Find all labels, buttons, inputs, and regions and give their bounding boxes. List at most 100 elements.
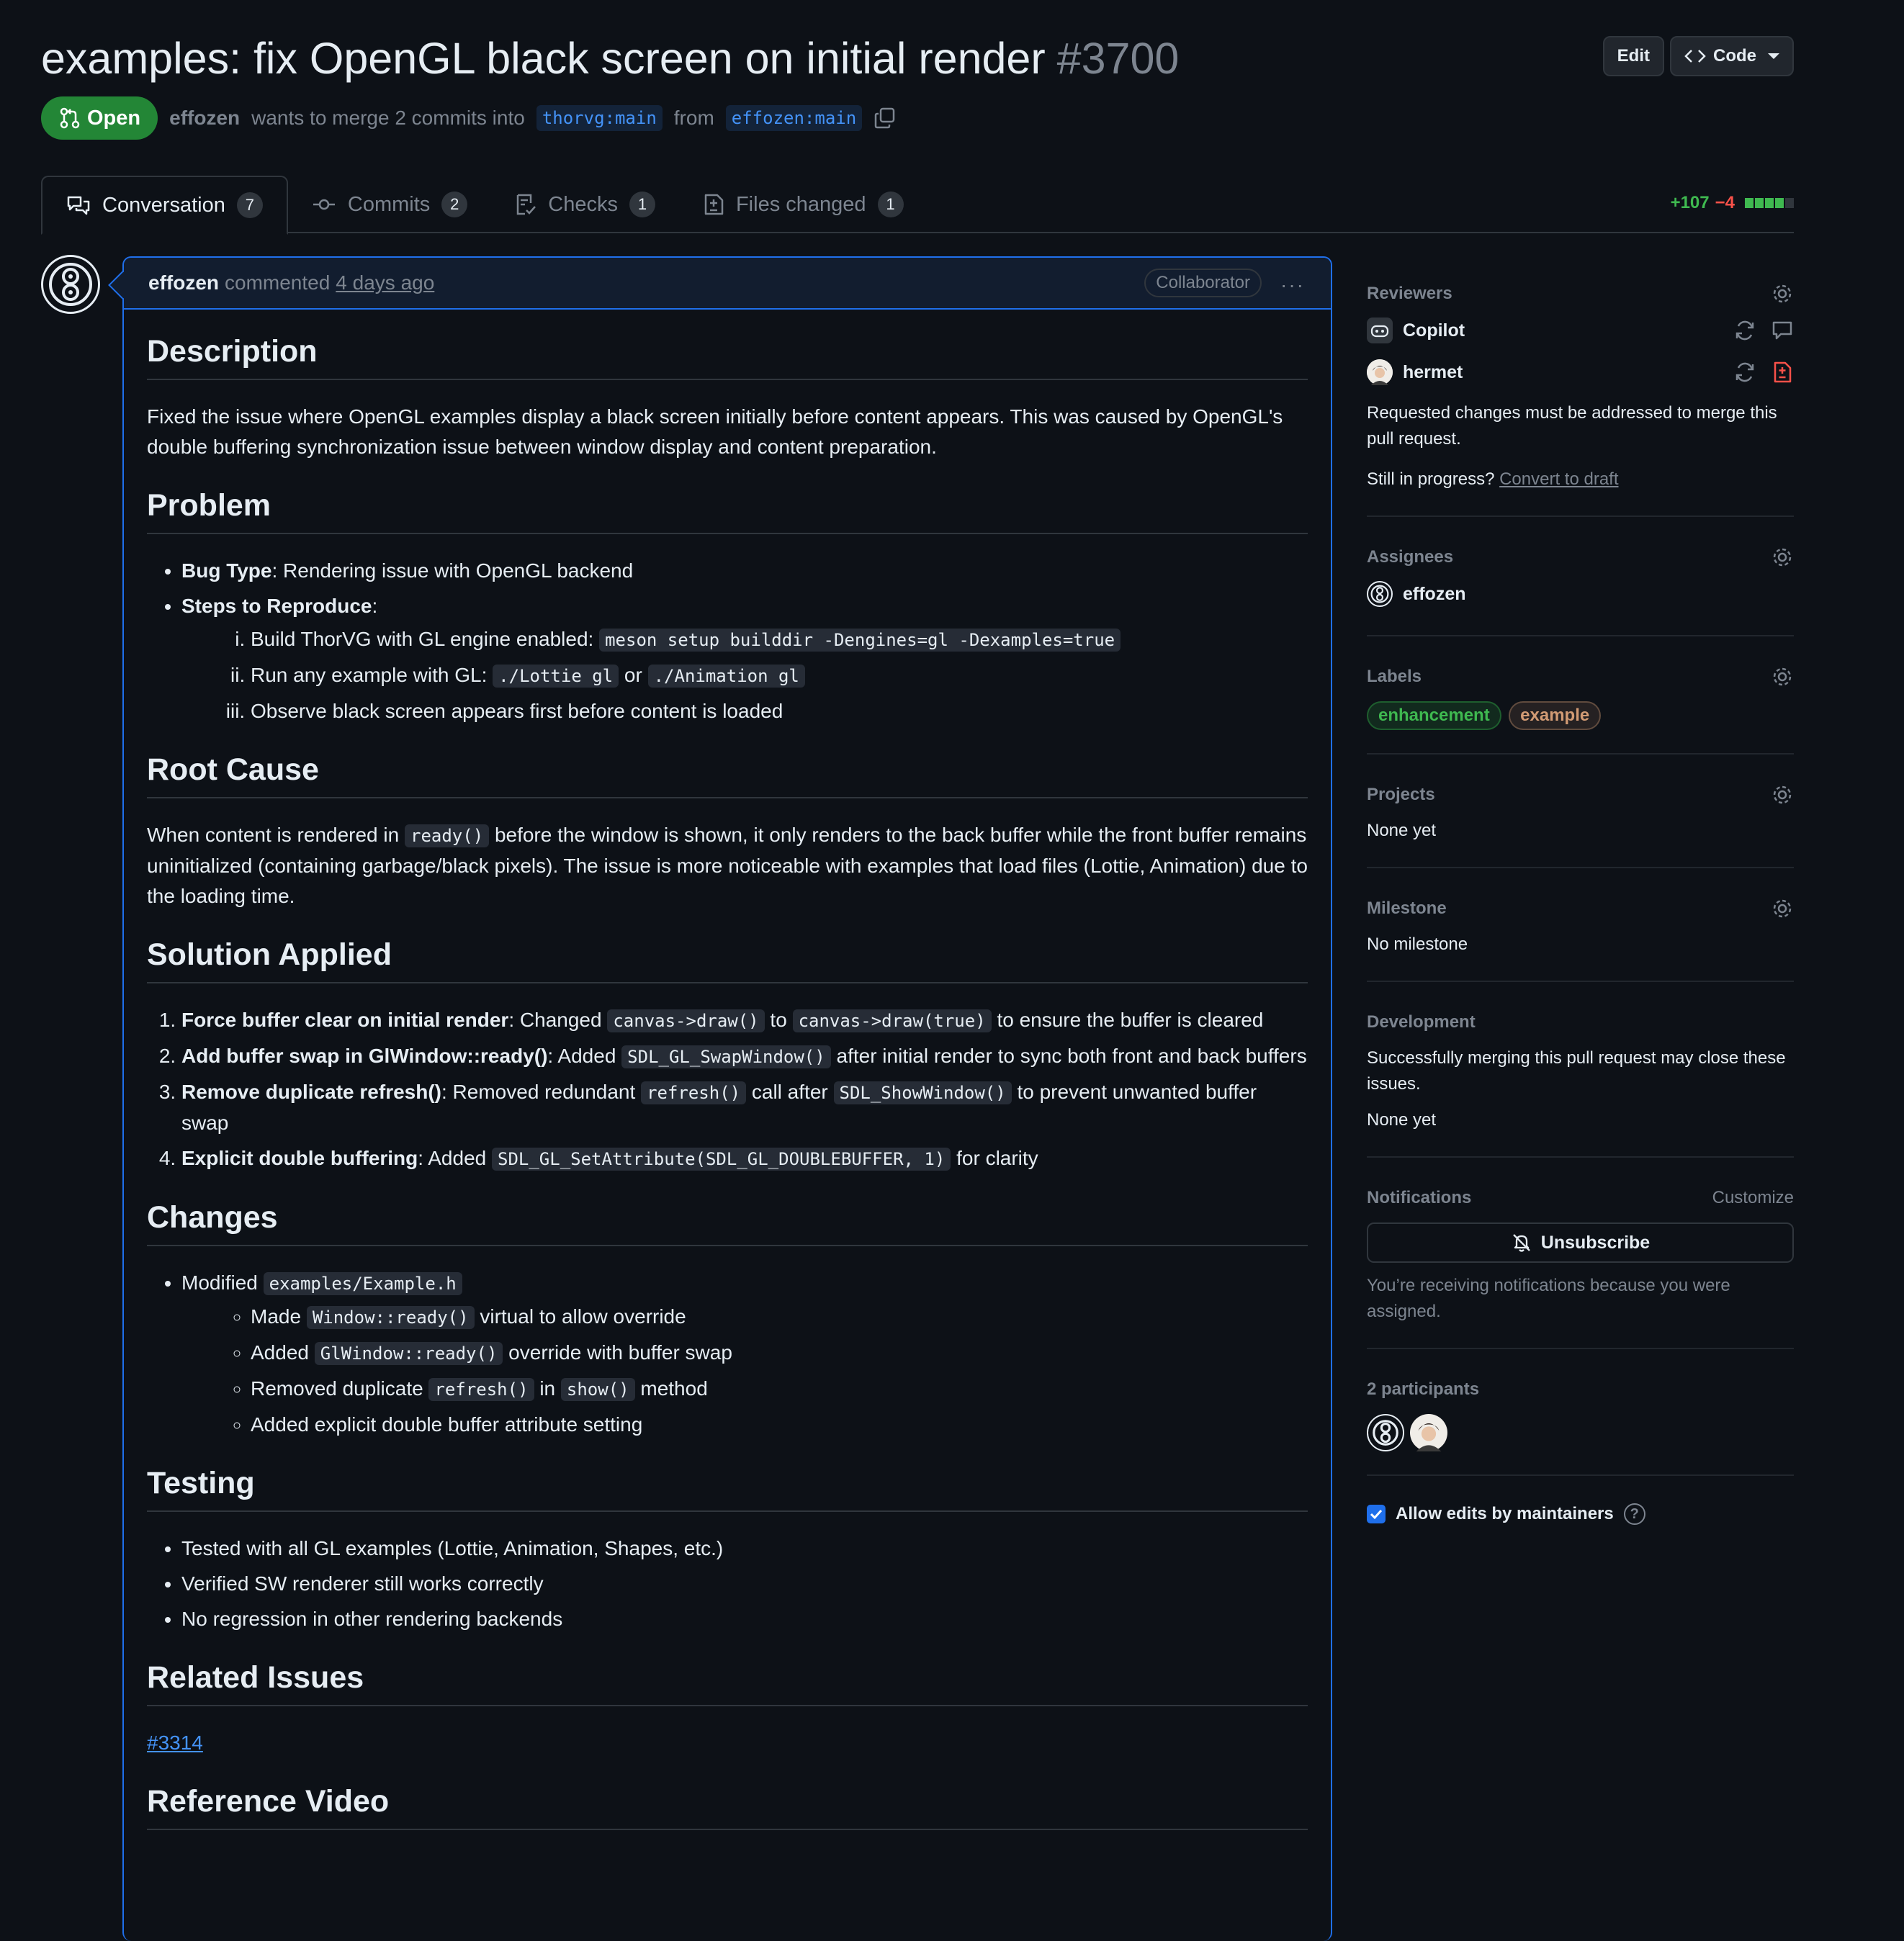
label-enhancement[interactable]: enhancement (1367, 701, 1501, 730)
reviewer-hermet[interactable]: hermet (1367, 354, 1794, 390)
check-icon (1370, 1509, 1383, 1520)
root-cause-text: When content is rendered in ready() befo… (147, 820, 1308, 911)
copy-icon[interactable] (874, 107, 897, 130)
gear-icon[interactable] (1771, 546, 1794, 569)
diff-deletions: −4 (1715, 193, 1735, 212)
gear-icon[interactable] (1771, 783, 1794, 806)
text-fragment: virtual to allow override (480, 1305, 686, 1328)
comment-pointer (108, 271, 137, 300)
kebab-menu-icon[interactable]: ··· (1280, 274, 1305, 297)
inline-code: ./Animation gl (647, 665, 805, 688)
git-pull-request-icon (60, 107, 80, 129)
gear-icon[interactable] (1771, 282, 1794, 305)
pr-description-comment: effozen commented 4 days ago Collaborato… (108, 256, 1332, 1941)
text-fragment: for clarity (956, 1147, 1038, 1169)
text-fragment: in (539, 1377, 556, 1400)
heading-reference-video: Reference Video (147, 1783, 1308, 1830)
text-fragment: : Added (547, 1045, 616, 1067)
bug-type-text: : Rendering issue with OpenGL backend (271, 559, 634, 582)
allow-edits-checkbox[interactable] (1367, 1505, 1386, 1523)
pr-number: #3700 (1056, 34, 1180, 83)
diff-block (1765, 198, 1774, 208)
comment-timestamp[interactable]: 4 days ago (336, 271, 434, 294)
item-label: Remove duplicate refresh() (181, 1081, 441, 1103)
git-commit-icon (313, 199, 335, 210)
testing-list: Tested with all GL examples (Lottie, Ani… (147, 1534, 1308, 1634)
problem-list: Bug Type: Rendering issue with OpenGL ba… (147, 556, 1308, 726)
code-icon (1684, 50, 1706, 63)
inline-code: SDL_GL_SwapWindow() (621, 1045, 831, 1068)
file-diff-icon (1774, 361, 1792, 383)
development-title: Development (1367, 1012, 1476, 1032)
gear-icon[interactable] (1771, 665, 1794, 688)
diff-block (1775, 198, 1784, 208)
diff-additions: +107 (1670, 193, 1710, 212)
tab-checks[interactable]: Checks 1 (491, 176, 679, 233)
item-label: Force buffer clear on initial render (181, 1009, 509, 1031)
milestone-title: Milestone (1367, 899, 1447, 918)
tab-count: 1 (629, 192, 655, 217)
head-branch[interactable]: effozen:main (725, 105, 863, 131)
author-link[interactable]: effozen (169, 107, 240, 130)
heading-related-issues: Related Issues (147, 1659, 1308, 1706)
inline-code: Window::ready() (306, 1306, 475, 1329)
pr-tabs: Conversation 7 Commits 2 Checks 1 Files … (41, 176, 1794, 235)
convert-to-draft-link[interactable]: Convert to draft (1499, 469, 1618, 489)
diff-block (1745, 198, 1753, 208)
tab-label: Checks (548, 192, 618, 216)
status-badge: Open (41, 96, 158, 140)
reviewer-copilot[interactable]: Copilot (1367, 312, 1794, 348)
tab-label: Conversation (102, 193, 225, 217)
allow-edits-label: Allow edits by maintainers (1396, 1504, 1614, 1523)
step-text: Observe black screen appears first befor… (251, 700, 783, 722)
text-fragment: : Changed (508, 1009, 602, 1031)
base-branch[interactable]: thorvg:main (536, 105, 663, 131)
tab-conversation[interactable]: Conversation 7 (41, 176, 288, 235)
text-fragment: call after (751, 1081, 828, 1103)
text-fragment: after initial render to sync both front … (836, 1045, 1307, 1067)
text-fragment: Made (251, 1305, 302, 1328)
code-button[interactable]: Code (1670, 36, 1794, 76)
issue-link[interactable]: #3314 (147, 1731, 203, 1754)
comment-author[interactable]: effozen (148, 271, 219, 294)
changes-list: Modified examples/Example.h Made Window:… (147, 1268, 1308, 1440)
pr-header: examples: fix OpenGL black screen on ini… (41, 27, 1794, 140)
unsubscribe-button[interactable]: Unsubscribe (1367, 1222, 1794, 1263)
edit-button-label: Edit (1617, 46, 1650, 66)
labels-section: Labels enhancement example (1367, 657, 1794, 755)
text-fragment: to (770, 1009, 787, 1031)
unsubscribe-label: Unsubscribe (1540, 1232, 1651, 1253)
text-fragment: Added explicit double buffer attribute s… (251, 1413, 643, 1436)
edit-button[interactable]: Edit (1602, 36, 1664, 76)
checklist-icon (517, 194, 536, 215)
avatar-logo-icon (49, 263, 92, 306)
assignees-section: Assignees effozen (1367, 537, 1794, 636)
list-item: Remove duplicate refresh(): Removed redu… (181, 1077, 1308, 1138)
heading-solution: Solution Applied (147, 936, 1308, 983)
allow-edits-row: Allow edits by maintainers ? (1367, 1503, 1794, 1525)
sync-icon[interactable] (1733, 319, 1756, 342)
participants-section: 2 participants (1367, 1369, 1794, 1476)
text-fragment: When content is rendered in (147, 824, 400, 846)
avatar[interactable] (41, 255, 100, 314)
projects-value: None yet (1367, 821, 1437, 840)
customize-link[interactable]: Customize (1712, 1185, 1794, 1211)
tab-count: 2 (441, 192, 468, 217)
comment-body: Description Fixed the issue where OpenGL… (124, 333, 1331, 1830)
question-icon[interactable]: ? (1623, 1503, 1645, 1525)
text-fragment: : Added (418, 1147, 487, 1169)
text-fragment: : Removed redundant (441, 1081, 636, 1103)
inline-code: refresh() (641, 1081, 747, 1104)
label-example[interactable]: example (1509, 701, 1602, 730)
tab-files-changed[interactable]: Files changed 1 (679, 176, 928, 233)
gear-icon[interactable] (1771, 897, 1794, 920)
sync-icon[interactable] (1733, 361, 1756, 384)
tab-label: Commits (347, 192, 431, 216)
development-text: Successfully merging this pull request m… (1367, 1048, 1786, 1094)
copilot-icon (1367, 318, 1393, 343)
comment-action: commented (225, 271, 331, 294)
assignee-item[interactable]: effozen (1367, 576, 1794, 612)
tab-commits[interactable]: Commits 2 (288, 176, 491, 233)
avatar[interactable] (1410, 1414, 1447, 1451)
avatar[interactable] (1367, 1414, 1404, 1451)
